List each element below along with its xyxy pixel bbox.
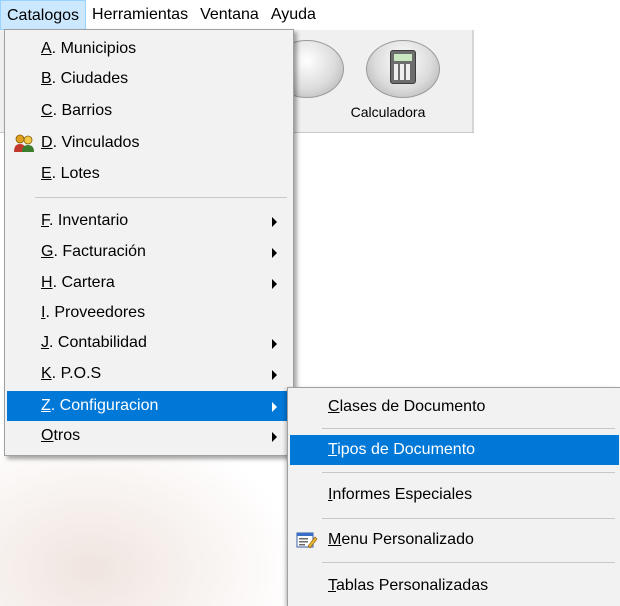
menu-item-proveedores[interactable]: I. Proveedores [7,298,291,328]
menu-item-facturacion[interactable]: G. Facturación [7,237,291,267]
submenu-arrow-icon [272,402,277,412]
menu-bar: Catalogos Herramientas Ventana Ayuda [0,0,620,30]
menu-item-contabilidad[interactable]: J. Contabilidad [7,328,291,358]
menu-item-cartera[interactable]: H. Cartera [7,268,291,298]
menu-item-inventario[interactable]: F. Inventario [7,206,291,236]
menu-item-pos[interactable]: K. P.O.S [7,359,291,389]
catalogos-dropdown: A. Municipios B. Ciudades C. Barrios D. … [4,29,294,456]
menu-item-municipios[interactable]: A. Municipios [7,34,291,64]
menu-item-lotes[interactable]: E. Lotes [7,159,291,189]
calculadora-button[interactable]: Calculadora [328,30,448,132]
menu-item-otros[interactable]: Otros [7,421,291,451]
menu-ventana[interactable]: Ventana [194,0,265,30]
users-icon [14,134,34,152]
submenu-arrow-icon [272,339,277,349]
menu-item-tipos-documento[interactable]: Tipos de Documento [290,435,619,465]
configuracion-submenu: Clases de Documento Tipos de Documento I… [287,387,620,606]
menu-ayuda[interactable]: Ayuda [265,0,322,30]
menu-item-clases-documento[interactable]: Clases de Documento [290,392,619,422]
calculadora-label: Calculadora [350,104,426,120]
menu-item-vinculados[interactable]: D. Vinculados [7,128,291,158]
submenu-arrow-icon [272,370,277,380]
submenu-arrow-icon [272,217,277,227]
menu-separator [322,428,615,429]
edit-menu-icon [296,532,318,549]
menu-item-ciudades[interactable]: B. Ciudades [7,64,291,94]
menu-separator [322,472,615,473]
menu-separator [322,518,615,519]
menu-item-barrios[interactable]: C. Barrios [7,96,291,126]
submenu-arrow-icon [272,279,277,289]
menu-item-tablas-personalizadas[interactable]: Tablas Personalizadas [290,571,619,601]
menu-separator [322,562,615,563]
menu-item-configuracion[interactable]: Z. Configuracion [7,391,291,421]
menu-item-menu-personalizado[interactable]: Menu Personalizado [290,525,619,555]
calculator-icon [390,50,416,84]
submenu-arrow-icon [272,248,277,258]
menu-item-informes-especiales[interactable]: Informes Especiales [290,480,619,510]
menu-herramientas[interactable]: Herramientas [86,0,194,30]
menu-separator [35,197,287,198]
menu-catalogos[interactable]: Catalogos [0,0,87,30]
toolbar-separator [472,30,474,132]
submenu-arrow-icon [272,432,277,442]
